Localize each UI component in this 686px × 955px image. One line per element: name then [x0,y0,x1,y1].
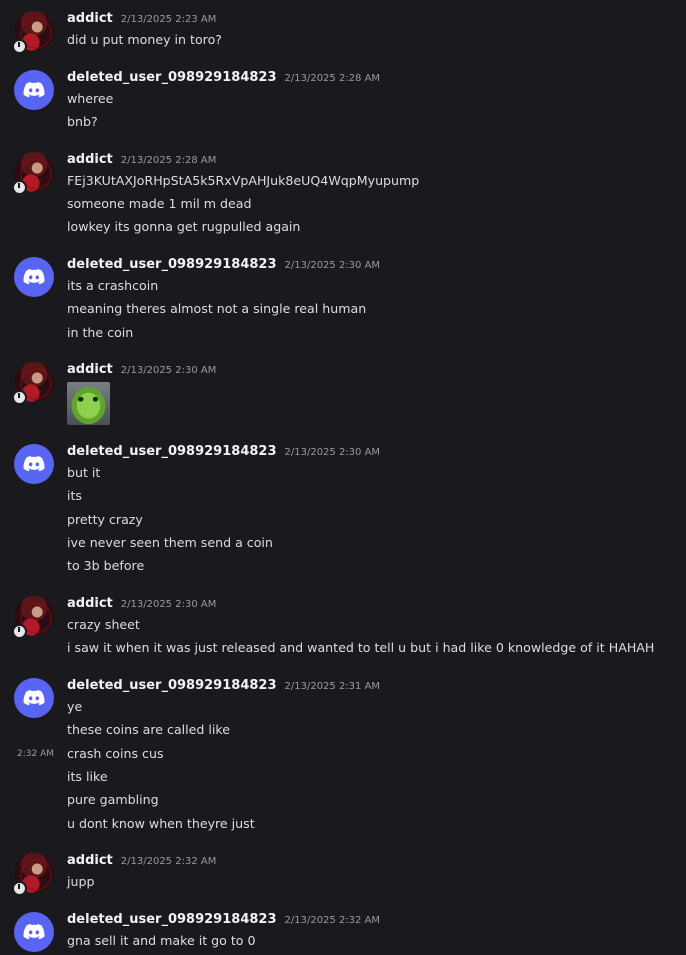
message-header: addict 2/13/2025 2:23 AM [67,11,216,31]
message-text: its a crashcoin [67,278,159,293]
discord-logo-icon [23,924,45,940]
avatar[interactable] [14,70,54,110]
username[interactable]: addict [67,362,113,377]
username[interactable]: deleted_user_098929184823 [67,912,277,927]
username[interactable]: addict [67,11,113,26]
message-text: ye [67,699,83,714]
status-icon [12,881,27,896]
message-text: its like [67,769,108,784]
discord-logo-icon [23,690,45,706]
message-text: pure gambling [67,792,159,807]
green-cat-sticker[interactable] [67,382,110,425]
timestamp[interactable]: 2/13/2025 2:30 AM [285,260,381,271]
discord-logo-icon [23,269,45,285]
message-text: crazy sheet [67,617,140,632]
message-text: its [67,488,82,503]
avatar[interactable] [14,678,54,718]
username[interactable]: addict [67,152,113,167]
message-text: pretty crazy [67,512,143,527]
discord-logo-icon [23,82,45,98]
avatar[interactable] [14,257,54,297]
message-text: these coins are called like [67,722,230,737]
message-header: deleted_user_098929184823 2/13/2025 2:28… [67,70,380,90]
avatar[interactable] [14,912,54,952]
message-header: deleted_user_098929184823 2/13/2025 2:30… [67,257,380,277]
message-header: deleted_user_098929184823 2/13/2025 2:32… [67,912,380,932]
hover-timestamp: 2:32 AM [17,749,54,759]
message-text: but it [67,465,101,480]
timestamp[interactable]: 2/13/2025 2:31 AM [285,681,381,692]
timestamp[interactable]: 2/13/2025 2:32 AM [121,856,217,867]
username[interactable]: deleted_user_098929184823 [67,257,277,272]
message-text: to 3b before [67,558,145,573]
chat-message-list: addict 2/13/2025 2:23 AM did u put money… [0,0,686,955]
message-header: deleted_user_098929184823 2/13/2025 2:31… [67,678,380,698]
status-icon [12,624,27,639]
message-header: addict 2/13/2025 2:28 AM [67,152,216,172]
username[interactable]: deleted_user_098929184823 [67,444,277,459]
status-icon [12,390,27,405]
message-text: crash coins cus [67,746,164,761]
message-text: jupp [67,874,95,889]
message-text: u dont know when theyre just [67,816,255,831]
username[interactable]: addict [67,853,113,868]
message-header: addict 2/13/2025 2:32 AM [67,853,216,873]
timestamp[interactable]: 2/13/2025 2:30 AM [121,599,217,610]
message-text: FEj3KUtAXJoRHpStA5k5RxVpAHJuk8eUQ4WqpMyu… [67,173,420,188]
status-icon [12,39,27,54]
message-text: meaning theres almost not a single real … [67,301,367,316]
username[interactable]: deleted_user_098929184823 [67,70,277,85]
message-text: gna sell it and make it go to 0 [67,933,256,948]
message-text: lowkey its gonna get rugpulled again [67,219,301,234]
discord-logo-icon [23,456,45,472]
message-text: did u put money in toro? [67,32,222,47]
timestamp[interactable]: 2/13/2025 2:30 AM [121,365,217,376]
timestamp[interactable]: 2/13/2025 2:23 AM [121,14,217,25]
message-text: bnb? [67,114,98,129]
timestamp[interactable]: 2/13/2025 2:28 AM [121,155,217,166]
message-text: someone made 1 mil m dead [67,196,252,211]
message-text: i saw it when it was just released and w… [67,640,655,655]
timestamp[interactable]: 2/13/2025 2:28 AM [285,73,381,84]
username[interactable]: deleted_user_098929184823 [67,678,277,693]
message-text: ive never seen them send a coin [67,535,273,550]
username[interactable]: addict [67,596,113,611]
timestamp[interactable]: 2/13/2025 2:30 AM [285,447,381,458]
message-header: addict 2/13/2025 2:30 AM [67,596,216,616]
message-text: wheree [67,91,114,106]
status-icon [12,180,27,195]
message-header: deleted_user_098929184823 2/13/2025 2:30… [67,444,380,464]
message-header: addict 2/13/2025 2:30 AM [67,362,216,382]
message-text: in the coin [67,325,134,340]
timestamp[interactable]: 2/13/2025 2:32 AM [285,915,381,926]
avatar[interactable] [14,444,54,484]
